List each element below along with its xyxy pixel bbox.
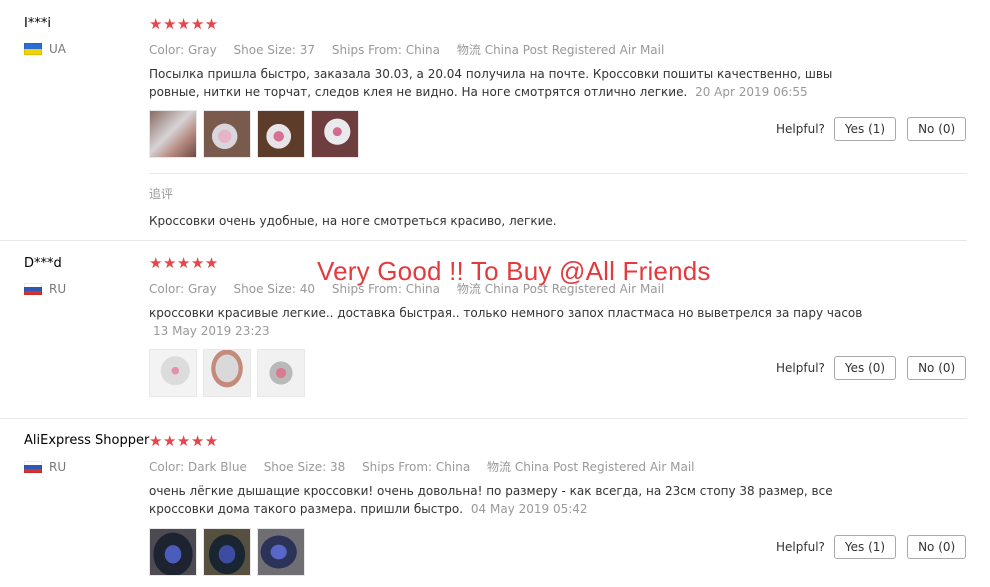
review-photos xyxy=(149,528,305,576)
review-text-line: кроссовки красивые легкие.. доставка быс… xyxy=(149,306,863,320)
reviewer-country: RU xyxy=(24,460,66,474)
reviewer-name: AliExpress Shopper xyxy=(24,433,150,448)
review-photos xyxy=(149,349,305,397)
review-date: 20 Apr 2019 06:55 xyxy=(695,85,808,99)
helpful-yes-button[interactable]: Yes (1) xyxy=(833,117,897,141)
helpful-yes-button[interactable]: Yes (0) xyxy=(833,356,897,380)
color-value: Gray xyxy=(188,282,217,296)
helpful-vote: Helpful? Yes (0) No (0) xyxy=(776,356,967,380)
shipping-label: 物流 xyxy=(487,460,512,474)
color-label: Color: xyxy=(149,43,185,57)
russia-flag-icon xyxy=(24,283,42,295)
promo-overlay-text: Very Good !! To Buy @All Friends xyxy=(317,256,711,286)
ships-from-label: Ships From: xyxy=(362,460,433,474)
reviewer-country: RU xyxy=(24,282,66,296)
shipping-value: China Post Registered Air Mail xyxy=(484,43,665,57)
order-info: Color: Gray Shoe Size: 37 Ships From: Ch… xyxy=(149,41,664,58)
followup-text: Кроссовки очень удобные, на ноге смотрет… xyxy=(149,214,557,228)
helpful-no-button[interactable]: No (0) xyxy=(907,535,967,559)
review-text: Посылка пришла быстро, заказала 30.03, а… xyxy=(149,65,839,101)
review-text-line: очень лёгкие дышащие кроссовки! очень до… xyxy=(149,484,833,498)
russia-flag-icon xyxy=(24,461,42,473)
shoe-size-label: Shoe Size: xyxy=(233,43,296,57)
shoe-size-value: 37 xyxy=(299,43,316,57)
followup-title: 追评 xyxy=(149,187,174,201)
color-value: Dark Blue xyxy=(188,460,247,474)
color-value: Gray xyxy=(188,43,217,57)
star-rating: ★★★★★ xyxy=(149,254,219,272)
shipping-label: 物流 xyxy=(456,43,481,57)
country-code: UA xyxy=(49,42,66,56)
review-photo[interactable] xyxy=(149,349,197,397)
helpful-vote: Helpful? Yes (1) No (0) xyxy=(776,117,967,141)
review-photo[interactable] xyxy=(203,110,251,158)
helpful-label: Helpful? xyxy=(776,540,825,554)
review-photos xyxy=(149,110,359,158)
review-photo[interactable] xyxy=(203,349,251,397)
color-label: Color: xyxy=(149,282,185,296)
review-photo[interactable] xyxy=(149,110,197,158)
country-code: RU xyxy=(49,282,67,296)
shoe-size-label: Shoe Size: xyxy=(263,460,327,474)
review-photo[interactable] xyxy=(257,349,305,397)
review-photo[interactable] xyxy=(203,528,251,576)
shoe-size-value: 40 xyxy=(299,282,316,296)
review-photo[interactable] xyxy=(149,528,197,576)
reviewer-name: D***d xyxy=(24,256,62,271)
shoe-size-value: 38 xyxy=(329,460,346,474)
ukraine-flag-icon xyxy=(24,43,42,55)
shipping-value: China Post Registered Air Mail xyxy=(514,460,695,474)
reviewer-country: UA xyxy=(24,42,66,56)
review-photo[interactable] xyxy=(311,110,359,158)
helpful-yes-button[interactable]: Yes (1) xyxy=(833,535,897,559)
review-divider xyxy=(0,418,967,419)
helpful-label: Helpful? xyxy=(776,361,825,375)
star-rating: ★★★★★ xyxy=(149,15,219,33)
helpful-vote: Helpful? Yes (1) No (0) xyxy=(776,535,967,559)
helpful-no-button[interactable]: No (0) xyxy=(907,117,967,141)
country-code: RU xyxy=(49,460,67,474)
review-text: очень лёгкие дышащие кроссовки! очень до… xyxy=(149,482,839,518)
ships-from-label: Ships From: xyxy=(331,43,402,57)
helpful-label: Helpful? xyxy=(776,122,825,136)
review-photo[interactable] xyxy=(257,110,305,158)
review-text-line: кроссовки дома такого размера. пришли бы… xyxy=(149,502,464,516)
helpful-no-button[interactable]: No (0) xyxy=(907,356,967,380)
reviewer-name: I***i xyxy=(24,16,51,31)
order-info: Color: Dark Blue Shoe Size: 38 Ships Fro… xyxy=(149,458,695,475)
divider xyxy=(149,173,967,174)
review-text: кроссовки красивые легкие.. доставка быс… xyxy=(149,304,889,340)
color-label: Color: xyxy=(149,460,185,474)
review-divider xyxy=(0,240,967,241)
review-photo[interactable] xyxy=(257,528,305,576)
review-date: 04 May 2019 05:42 xyxy=(470,502,588,516)
shoe-size-label: Shoe Size: xyxy=(233,282,296,296)
review-text-line: Посылка пришла быстро, заказала 30.03, а… xyxy=(149,67,833,81)
ships-from-value: China xyxy=(435,460,471,474)
review-text-line: ровные, нитки не торчат, следов клея не … xyxy=(149,85,688,99)
review-date: 13 May 2019 23:23 xyxy=(153,324,270,338)
ships-from-value: China xyxy=(405,43,441,57)
star-rating: ★★★★★ xyxy=(149,432,219,450)
